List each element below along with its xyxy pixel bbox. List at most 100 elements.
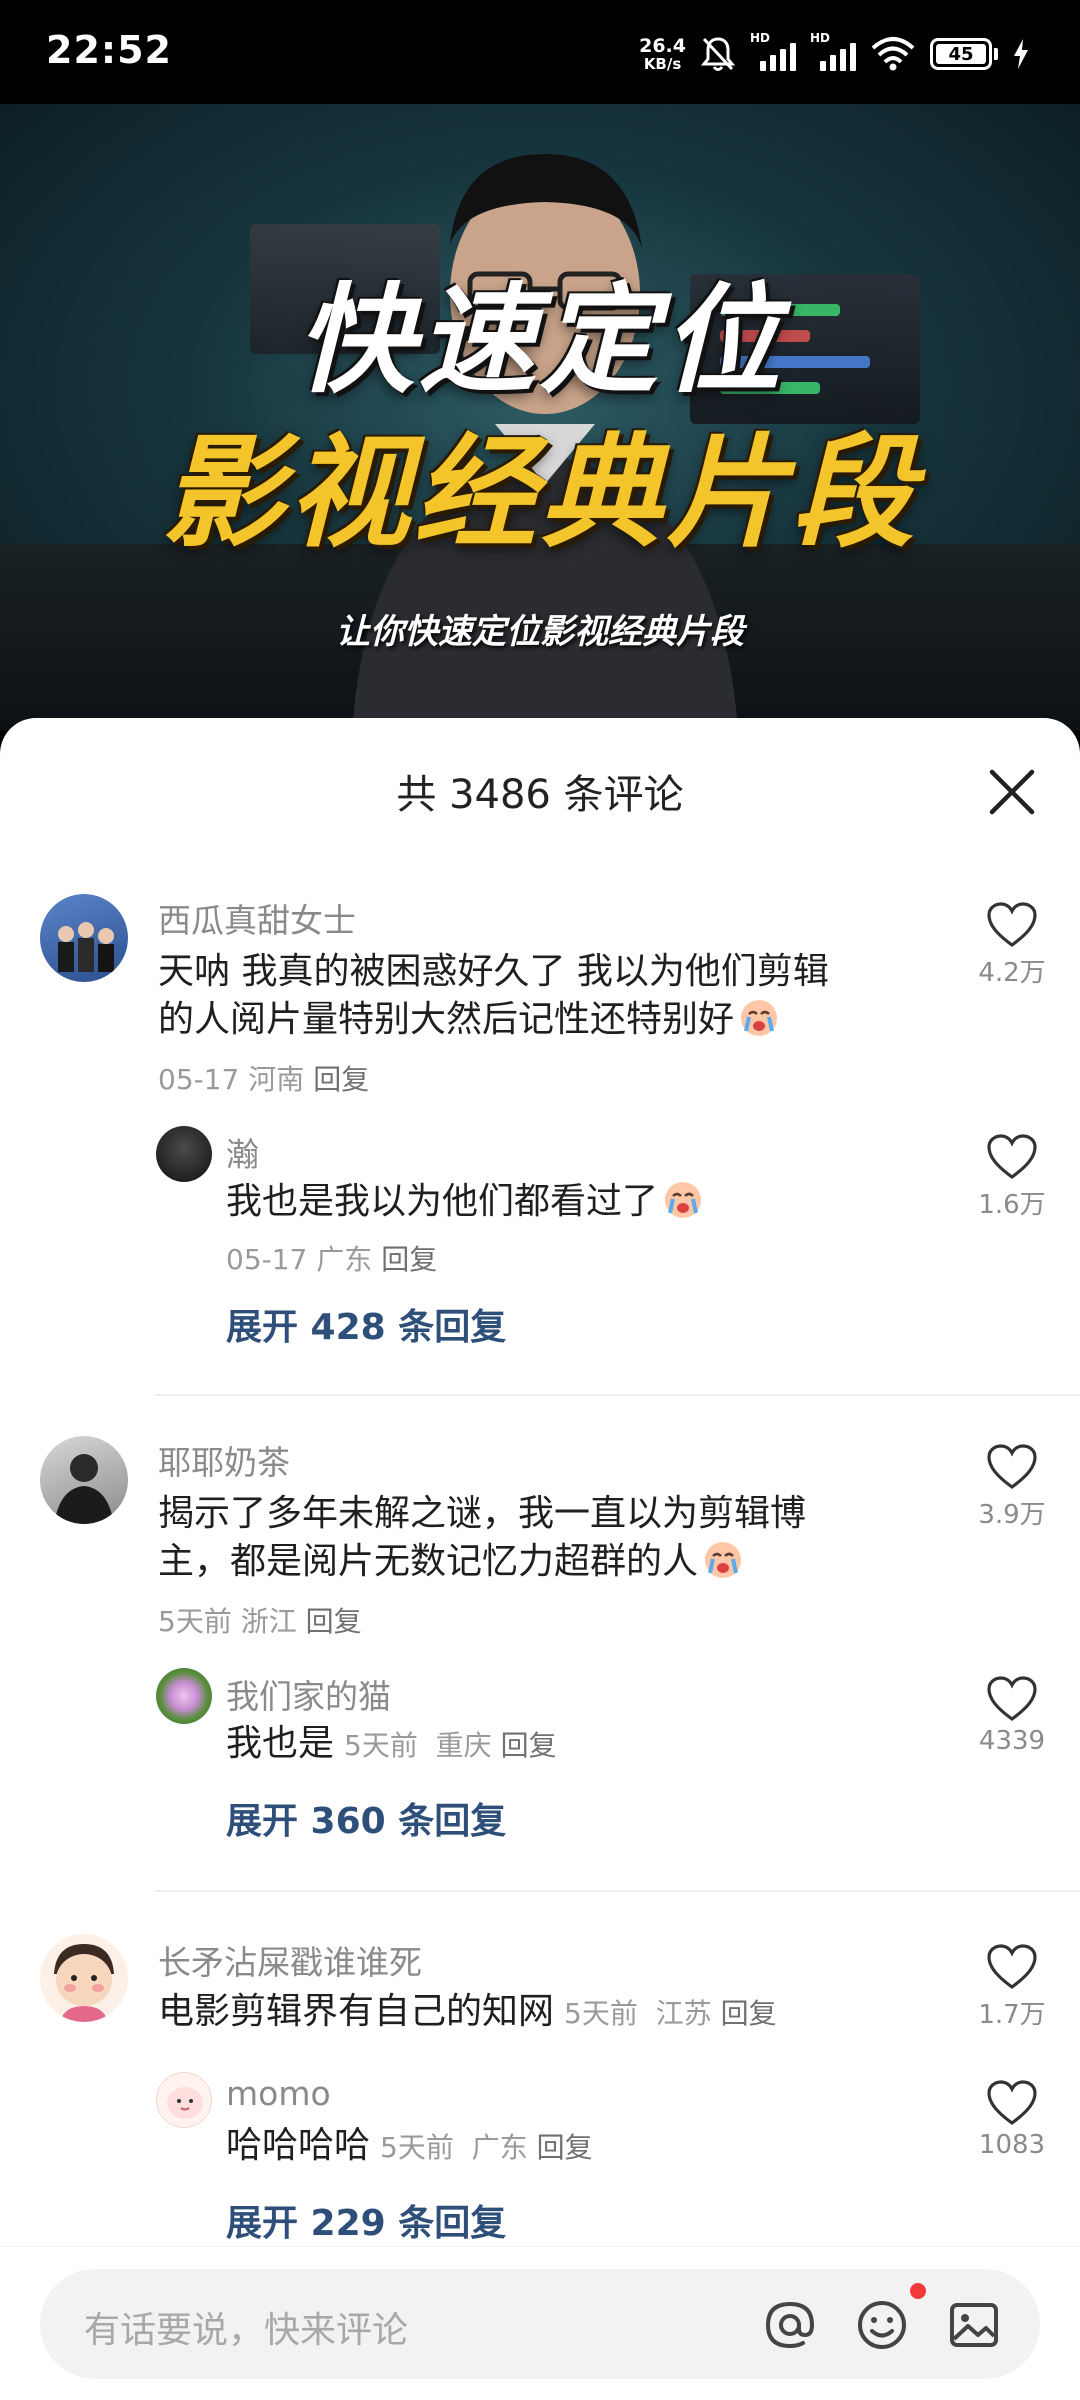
wifi-icon (871, 37, 915, 71)
like-button[interactable]: 3.9万 (972, 1444, 1052, 1531)
video-player[interactable]: 快速定位 影视经典片段 让你快速定位影视经典片段 (0, 104, 1080, 730)
comment-date: 5天前 (158, 1605, 232, 1638)
comment-username[interactable]: 耶耶奶茶 (158, 1436, 290, 1484)
reply-meta: 05-17 广东 回复 (226, 1238, 437, 1278)
comment-text[interactable]: 天呐 我真的被困惑好久了 我以为他们剪辑 的人阅片量特别大然后记性还特别好 (158, 948, 829, 1044)
reply-button[interactable]: 回复 (537, 2131, 593, 2164)
notification-dot (910, 2283, 926, 2299)
avatar[interactable] (156, 2072, 212, 2128)
reply-text-line: 我也是 (226, 1723, 335, 1764)
mute-bell-icon (700, 37, 736, 71)
expand-replies-button[interactable]: 展开 229 条回复 (226, 2194, 506, 2246)
like-button[interactable]: 1083 (972, 2080, 1052, 2160)
comment-text-line: 揭示了多年未解之谜，我一直以为剪辑博 (158, 1493, 807, 1534)
heart-icon (987, 1444, 1037, 1489)
battery-level: 45 (936, 44, 986, 65)
heart-icon (987, 1944, 1037, 1989)
comment-text-line: 电影剪辑界有自己的知网 (158, 1991, 555, 2032)
reply-date: 05-17 (226, 1243, 308, 1276)
like-button[interactable]: 1.7万 (972, 1944, 1052, 2031)
reply-meta: 5天前 重庆 回复 (344, 1729, 557, 1762)
comment-meta: 05-17 河南 回复 (158, 1058, 369, 1098)
close-icon[interactable] (984, 764, 1040, 820)
network-speed: 26.4 KB/s (639, 36, 686, 72)
reply-text[interactable]: 我也是 5天前 重庆 回复 (226, 1720, 557, 1770)
reply-location: 重庆 (435, 1729, 492, 1762)
comment-text-line: 天呐 我真的被困惑好久了 我以为他们剪辑 (158, 951, 829, 992)
comment-location: 河南 (248, 1063, 305, 1096)
comments-count-title: 共 3486 条评论 (396, 772, 684, 818)
network-speed-value: 26.4 (639, 35, 686, 57)
battery-icon: 45 (930, 38, 998, 70)
reply-button[interactable]: 回复 (306, 1605, 362, 1638)
comment-text-line: 的人阅片量特别大然后记性还特别好 (158, 999, 735, 1040)
hd-signal-icon: HD (750, 31, 796, 71)
reply-username[interactable]: 瀚 (226, 1128, 259, 1176)
video-title-line2: 影视经典片段 (162, 422, 918, 564)
reply-button[interactable]: 回复 (501, 1729, 557, 1762)
avatar[interactable] (40, 894, 128, 982)
like-count: 1.7万 (978, 2000, 1046, 2030)
comment-meta: 5天前 浙江 回复 (158, 1600, 362, 1640)
expand-replies-button[interactable]: 展开 428 条回复 (226, 1298, 506, 1350)
comment-date: 05-17 (158, 1063, 240, 1096)
video-subtitle: 让你快速定位影视经典片段 (336, 612, 744, 652)
status-icons: 26.4 KB/s HD HD 45 (639, 30, 1030, 78)
crying-emoji-icon (741, 1000, 778, 1036)
reply-location: 广东 (471, 2131, 528, 2164)
reply-button[interactable]: 回复 (313, 1063, 369, 1096)
avatar[interactable] (156, 1126, 212, 1182)
reply-username[interactable]: momo (226, 2074, 331, 2113)
reply-date: 5天前 (344, 1729, 418, 1762)
comment-location: 江苏 (655, 1997, 712, 2030)
reply-text[interactable]: 哈哈哈哈 5天前 广东 回复 (226, 2122, 593, 2172)
like-count: 4.2万 (978, 958, 1046, 988)
status-bar: 22:52 26.4 KB/s HD HD 45 (0, 0, 1080, 104)
reply-text-line: 哈哈哈哈 (226, 2125, 371, 2166)
emoji-icon[interactable] (852, 2295, 912, 2355)
hd-signal-icon: HD (810, 31, 856, 71)
like-count: 4339 (978, 1726, 1046, 1756)
heart-icon (987, 1134, 1037, 1179)
comment-username[interactable]: 长矛沾屎戳谁谁死 (158, 1936, 422, 1984)
reply-text[interactable]: 我也是我以为他们都看过了 (226, 1178, 704, 1226)
like-count: 1083 (978, 2130, 1046, 2160)
comment-input[interactable]: 有话要说，快来评论 (40, 2269, 1040, 2379)
comment-text-line: 主，都是阅片无数记忆力超群的人 (158, 1541, 699, 1582)
avatar[interactable] (40, 1436, 128, 1524)
comment-username[interactable]: 西瓜真甜女士 (158, 894, 356, 942)
reply-date: 5天前 (380, 2131, 454, 2164)
reply-location: 广东 (316, 1243, 373, 1276)
comment-meta: 5天前 江苏 回复 (564, 1997, 777, 2030)
like-button[interactable]: 4339 (972, 1676, 1052, 1756)
like-count: 1.6万 (978, 1190, 1046, 1220)
crying-emoji-icon (665, 1182, 702, 1218)
charging-icon (1014, 39, 1028, 69)
at-icon[interactable] (760, 2295, 820, 2355)
avatar[interactable] (156, 1668, 212, 1724)
reply-button[interactable]: 回复 (721, 1997, 777, 2030)
reply-button[interactable]: 回复 (381, 1243, 437, 1276)
comments-header: 共 3486 条评论 (0, 718, 1080, 828)
heart-icon (987, 902, 1037, 947)
avatar[interactable] (40, 1934, 128, 2022)
reply-text-line: 我也是我以为他们都看过了 (226, 1181, 659, 1222)
heart-icon (987, 2080, 1037, 2125)
network-speed-unit: KB/s (643, 55, 682, 73)
video-title-line1: 快速定位 (295, 271, 784, 409)
heart-icon (987, 1676, 1037, 1721)
divider (155, 1890, 1080, 1892)
status-time: 22:52 (46, 28, 172, 72)
crying-emoji-icon (705, 1542, 742, 1578)
comment-input-bar: 有话要说，快来评论 (0, 2246, 1080, 2400)
like-button[interactable]: 4.2万 (972, 902, 1052, 989)
comments-sheet: 共 3486 条评论 西瓜真甜女士 天呐 我真的被困惑好久了 我以为他们剪辑 的… (0, 718, 1080, 2400)
divider (155, 1394, 1080, 1396)
image-icon[interactable] (944, 2295, 1004, 2355)
comment-text[interactable]: 揭示了多年未解之谜，我一直以为剪辑博 主，都是阅片无数记忆力超群的人 (158, 1490, 806, 1586)
reply-meta: 5天前 广东 回复 (380, 2131, 593, 2164)
comment-text[interactable]: 电影剪辑界有自己的知网 5天前 江苏 回复 (158, 1988, 777, 2038)
like-button[interactable]: 1.6万 (972, 1134, 1052, 1221)
expand-replies-button[interactable]: 展开 360 条回复 (226, 1792, 506, 1844)
reply-username[interactable]: 我们家的猫 (226, 1670, 391, 1718)
